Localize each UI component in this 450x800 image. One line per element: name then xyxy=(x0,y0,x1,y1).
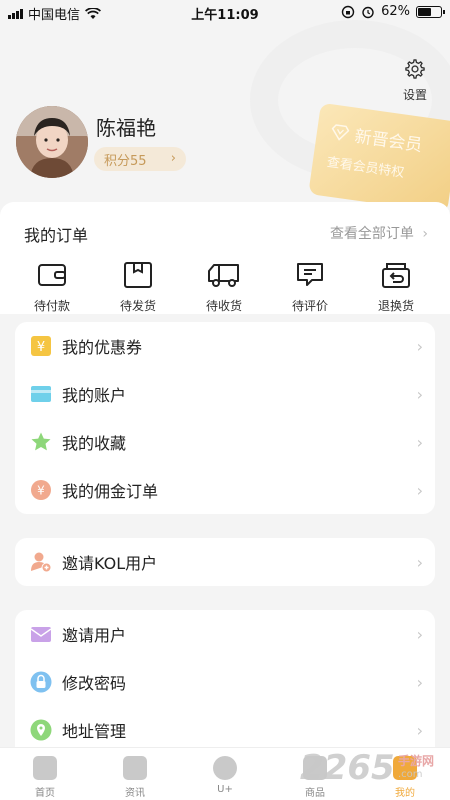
box-icon xyxy=(124,262,152,288)
view-all-orders-link[interactable]: 查看全部订单 › xyxy=(330,223,428,243)
star-icon xyxy=(30,431,52,453)
order-item-label: 待付款 xyxy=(33,299,70,313)
chevron-right-icon: › xyxy=(416,337,423,356)
menu-item-label: 我的收藏 xyxy=(62,434,127,453)
menu-group-main: ¥ 我的优惠券 › 我的账户 › 我的收藏 › ¥ 我的佣金订单 › xyxy=(15,322,435,514)
add-user-icon xyxy=(30,551,52,573)
news-icon xyxy=(123,756,147,780)
nav-home[interactable]: 首页 xyxy=(0,748,90,800)
orders-card: 我的订单 查看全部订单 › 待付款 待发货 待收货 待评价 退换货 xyxy=(0,202,450,314)
chevron-right-icon: › xyxy=(422,226,428,242)
order-item-label: 退换货 xyxy=(377,299,414,313)
chevron-right-icon: › xyxy=(416,721,423,740)
svg-text:¥: ¥ xyxy=(37,484,45,498)
menu-item-commission-orders[interactable]: ¥ 我的佣金订单 › xyxy=(15,466,435,514)
member-card[interactable]: 新晋会员 查看会员特权 xyxy=(308,102,450,214)
battery-percent: 62% xyxy=(381,4,410,19)
menu-item-label: 邀请KOL用户 xyxy=(62,554,158,573)
avatar-image xyxy=(16,106,88,178)
watermark-logo: 2265 xyxy=(300,748,395,788)
chevron-right-icon: › xyxy=(416,385,423,404)
menu-group-settings: 邀请用户 › 修改密码 › 地址管理 › xyxy=(15,610,435,760)
wallet-icon xyxy=(38,264,66,286)
return-icon xyxy=(382,263,410,288)
nav-u-plus[interactable]: U+ xyxy=(180,748,270,800)
menu-group-kol: 邀请KOL用户 › xyxy=(15,538,435,586)
menu-item-label: 我的账户 xyxy=(62,386,127,405)
commission-icon: ¥ xyxy=(30,479,52,501)
rotation-lock-icon xyxy=(341,5,355,18)
settings-label: 设置 xyxy=(402,88,427,102)
order-pending-receipt[interactable]: 待收货 xyxy=(181,260,267,314)
points-label: 积分55 xyxy=(104,153,147,169)
diamond-icon xyxy=(331,123,350,141)
watermark-sub: 手游网 xyxy=(398,754,435,768)
menu-item-account[interactable]: 我的账户 › xyxy=(15,370,435,418)
menu-item-label: 我的优惠券 xyxy=(62,338,143,357)
order-item-label: 待评价 xyxy=(291,299,328,313)
status-bar: 中国电信 上午11:09 62% xyxy=(0,0,450,24)
robot-icon xyxy=(213,756,237,780)
order-item-label: 待收货 xyxy=(205,299,242,313)
order-pending-review[interactable]: 待评价 xyxy=(267,260,353,314)
svg-text:¥: ¥ xyxy=(37,340,45,355)
chevron-right-icon: › xyxy=(416,553,423,572)
envelope-icon xyxy=(30,623,52,645)
menu-item-label: 邀请用户 xyxy=(62,626,127,645)
gear-icon xyxy=(405,59,425,79)
menu-item-change-password[interactable]: 修改密码 › xyxy=(15,658,435,706)
points-badge[interactable]: 积分55 › xyxy=(94,147,186,171)
chevron-right-icon: › xyxy=(416,673,423,692)
battery-icon xyxy=(416,5,445,18)
location-icon xyxy=(30,719,52,741)
menu-item-label: 地址管理 xyxy=(62,722,127,741)
battery-fill xyxy=(418,7,432,16)
chevron-right-icon: › xyxy=(170,151,176,166)
user-name: 陈福艳 xyxy=(96,116,156,140)
menu-item-invite-kol[interactable]: 邀请KOL用户 › xyxy=(15,538,435,586)
chevron-right-icon: › xyxy=(416,625,423,644)
order-item-label: 待发货 xyxy=(119,299,156,313)
menu-item-invite-users[interactable]: 邀请用户 › xyxy=(15,610,435,658)
order-pending-shipment[interactable]: 待发货 xyxy=(95,260,181,314)
chevron-right-icon: › xyxy=(416,481,423,500)
watermark-url: .com xyxy=(398,769,423,780)
alarm-icon xyxy=(362,6,374,18)
truck-icon xyxy=(208,264,239,287)
order-pending-payment[interactable]: 待付款 xyxy=(9,260,95,314)
menu-item-coupons[interactable]: ¥ 我的优惠券 › xyxy=(15,322,435,370)
order-status-row: 待付款 待发货 待收货 待评价 退换货 xyxy=(0,260,450,314)
nav-label: U+ xyxy=(217,784,233,795)
nav-label: 首页 xyxy=(35,788,55,799)
nav-news[interactable]: 资讯 xyxy=(90,748,180,800)
avatar[interactable] xyxy=(16,106,88,178)
lock-icon xyxy=(30,671,52,693)
orders-title: 我的订单 xyxy=(24,226,89,245)
settings-button[interactable]: 设置 xyxy=(398,58,432,103)
card-icon xyxy=(30,383,52,405)
chevron-right-icon: › xyxy=(416,433,423,452)
menu-item-favorites[interactable]: 我的收藏 › xyxy=(15,418,435,466)
nav-label: 资讯 xyxy=(125,788,145,799)
comment-icon xyxy=(297,263,323,286)
order-returns[interactable]: 退换货 xyxy=(353,260,439,314)
coupon-icon: ¥ xyxy=(30,335,52,357)
home-icon xyxy=(33,756,57,780)
member-title: 新晋会员 xyxy=(353,126,424,157)
status-right: 62% xyxy=(341,4,445,19)
menu-item-label: 我的佣金订单 xyxy=(62,482,159,501)
menu-item-label: 修改密码 xyxy=(62,674,127,693)
view-all-orders-label: 查看全部订单 xyxy=(329,226,414,242)
